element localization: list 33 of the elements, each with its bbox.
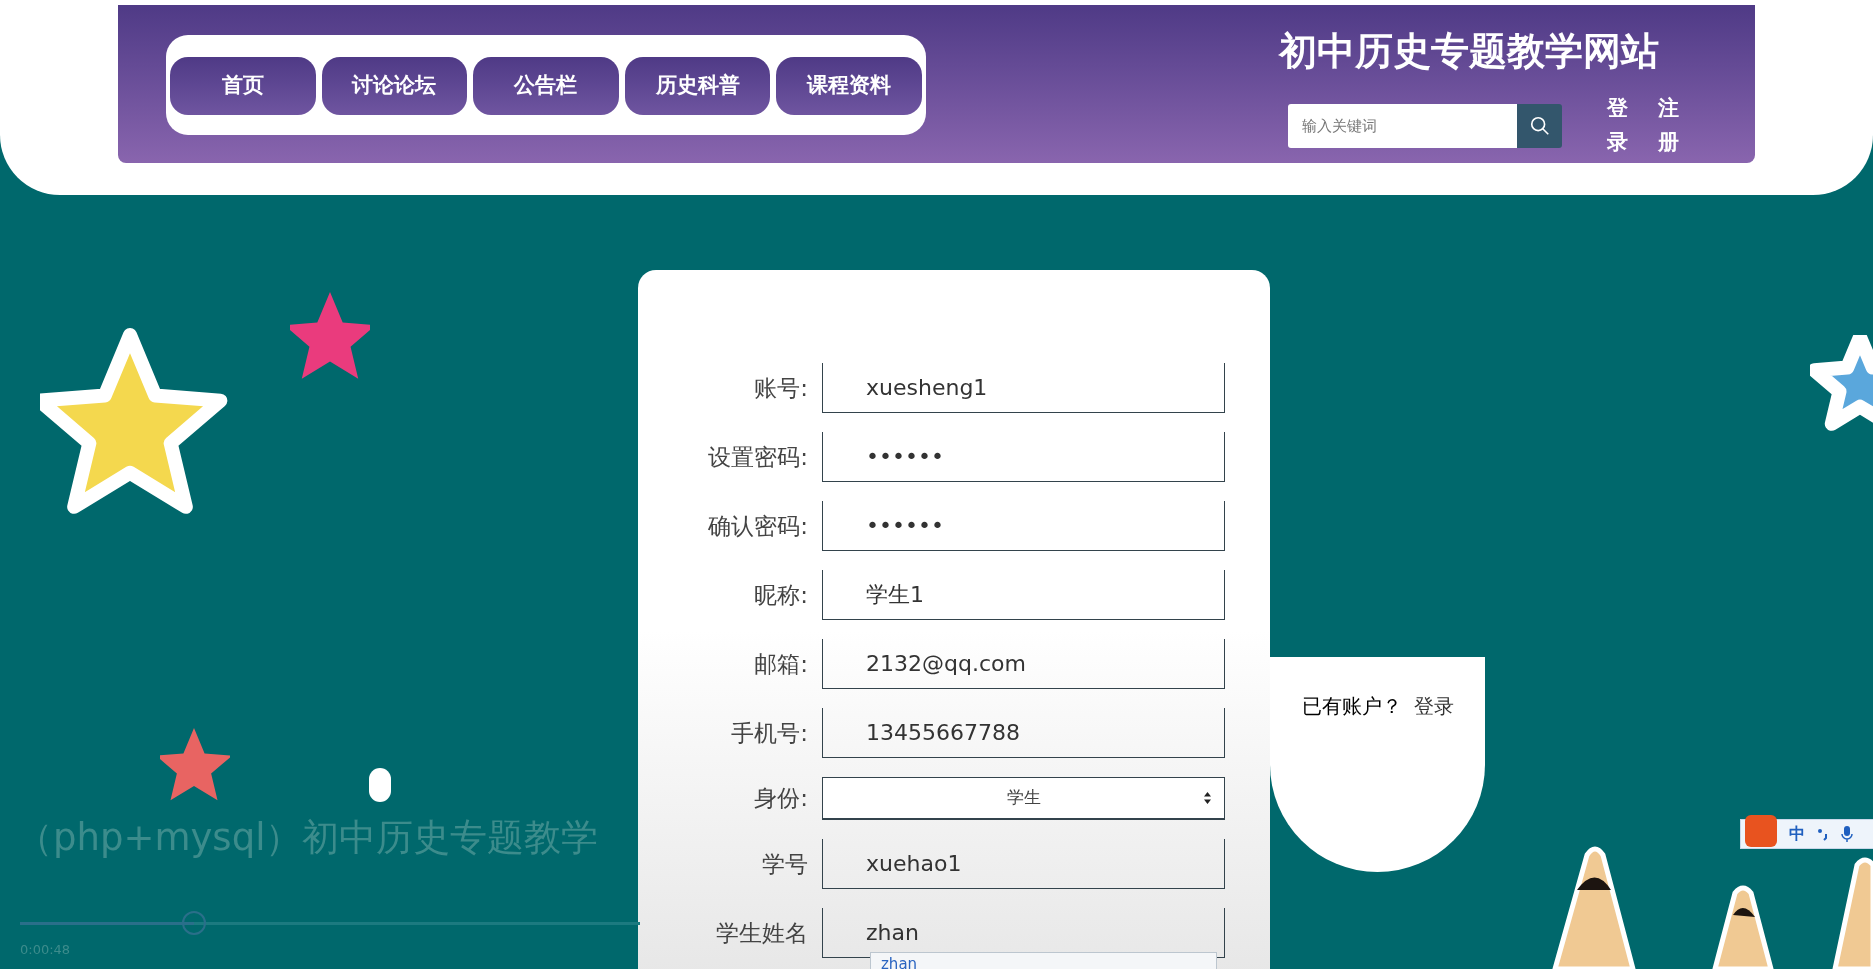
auth-link[interactable]: 注册: [1658, 92, 1679, 160]
video-time: 0:00:48: [20, 941, 71, 959]
microphone-icon[interactable]: [1841, 825, 1853, 843]
field-label: 身份:: [753, 784, 808, 814]
identity-select[interactable]: 学生: [822, 777, 1225, 820]
ime-candidate-menu[interactable]: zhan: [870, 952, 1217, 969]
login-prompt: 已有账户？: [1301, 693, 1402, 720]
punctuation-icon[interactable]: [1817, 827, 1829, 841]
field-label: 确认密码:: [707, 511, 808, 541]
auth-link[interactable]: 登录: [1607, 92, 1628, 160]
field-label: 手机号:: [730, 718, 808, 748]
video-title: （php+mysql）初中历史专题教学: [16, 815, 599, 861]
input-field[interactable]: xuehao1: [822, 839, 1225, 889]
login-link[interactable]: 登录: [1413, 691, 1454, 872]
search-field[interactable]: 输入关键词: [1288, 103, 1517, 148]
search-icon: [1528, 114, 1551, 137]
field-label: 学号: [761, 849, 808, 879]
input-field[interactable]: 2132@qq.com: [822, 639, 1225, 689]
input-field[interactable]: ••••••: [822, 432, 1225, 482]
progress-handle[interactable]: [181, 911, 206, 935]
field-label: 昵称:: [753, 580, 808, 610]
sort-caret-icon: [1203, 791, 1212, 805]
field-label: 设置密码:: [707, 442, 808, 472]
field-label: 学生姓名: [715, 918, 808, 948]
field-label: 账号:: [753, 373, 808, 403]
field-label: 邮箱:: [753, 649, 808, 679]
ime-mode[interactable]: 中: [1789, 822, 1805, 846]
input-field[interactable]: ••••••: [822, 501, 1225, 551]
site-title: 初中历史专题教学网站: [1279, 28, 1659, 75]
search-button[interactable]: [1517, 103, 1562, 148]
input-field[interactable]: 学生1: [822, 570, 1225, 620]
input-field[interactable]: 13455667788: [822, 708, 1225, 758]
input-field[interactable]: xuesheng1: [822, 363, 1225, 413]
